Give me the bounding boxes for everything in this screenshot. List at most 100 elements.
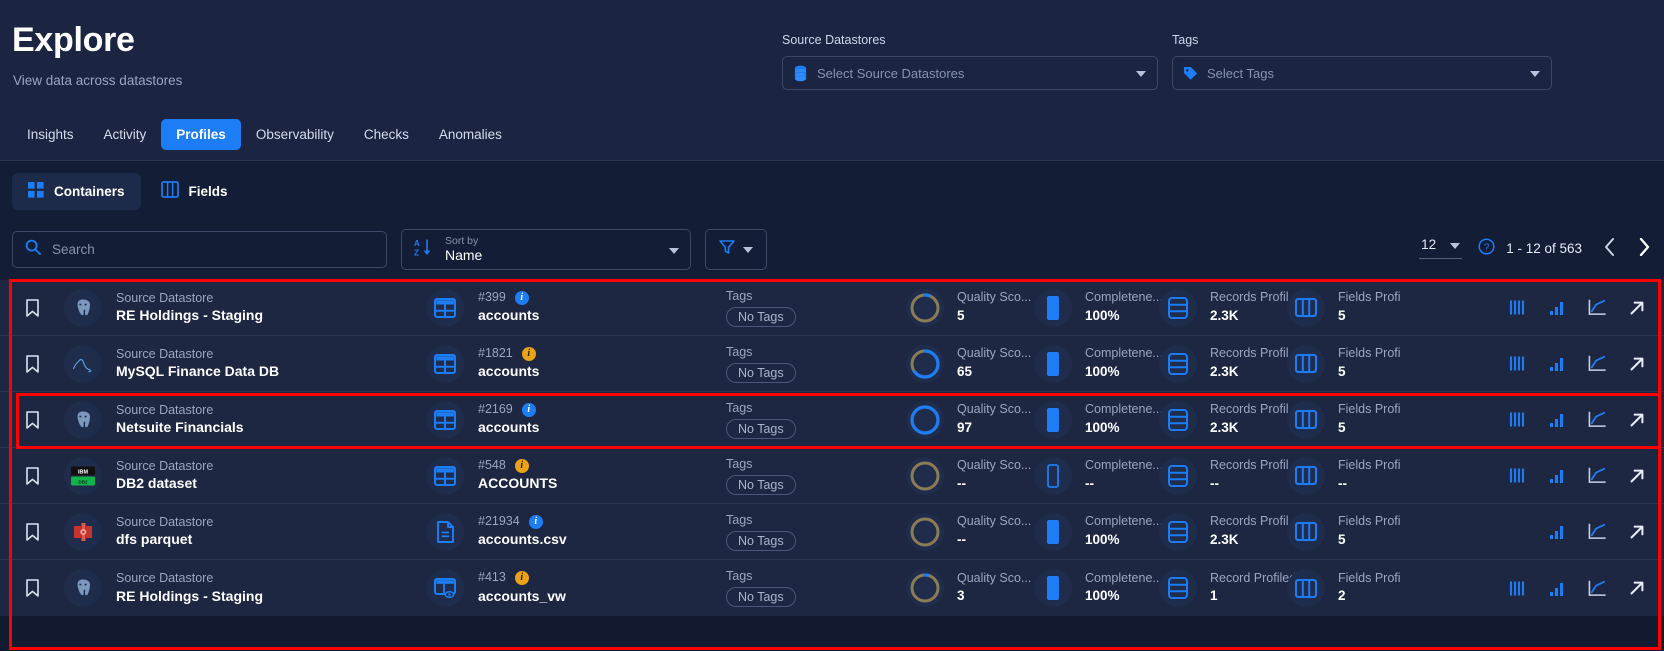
chevron-down-icon[interactable]	[669, 247, 679, 254]
quality-score-metric: Quality Sco... 3	[906, 569, 1034, 607]
chevron-down-icon[interactable]	[1136, 71, 1146, 77]
table-row[interactable]: Source Datastore RE Holdings - Staging #39…	[0, 280, 1664, 336]
chart-bar-icon[interactable]	[1548, 299, 1566, 317]
bookmark-button[interactable]	[0, 298, 64, 317]
mysql-icon	[64, 344, 102, 383]
trend-chart-icon[interactable]	[1588, 411, 1606, 429]
open-external-icon[interactable]	[1628, 523, 1646, 541]
tab-insights[interactable]: Insights	[12, 119, 89, 150]
completeness-label: Completene...	[1085, 514, 1163, 529]
object-cell: #21934 i accounts.csv	[426, 512, 726, 551]
tab-profiles[interactable]: Profiles	[161, 119, 241, 150]
tab-containers[interactable]: Containers	[12, 172, 141, 210]
records-icon	[1159, 400, 1197, 439]
chart-bar-icon[interactable]	[1548, 467, 1566, 485]
object-name: accounts_vw	[478, 587, 566, 604]
completeness-icon	[1034, 288, 1072, 327]
chevron-down-icon[interactable]	[1450, 243, 1461, 249]
bars-icon[interactable]	[1508, 355, 1526, 373]
chevron-left-icon[interactable]	[1604, 237, 1616, 259]
open-external-icon[interactable]	[1628, 355, 1646, 373]
open-external-icon[interactable]	[1628, 411, 1646, 429]
open-external-icon[interactable]	[1628, 299, 1646, 317]
info-icon[interactable]: i	[514, 290, 529, 305]
bars-icon[interactable]	[1508, 299, 1526, 317]
table-row[interactable]: Source Datastore RE Holdings - Staging #41…	[0, 560, 1664, 616]
completeness-metric: Completene... 100%	[1034, 344, 1163, 383]
tab-activity[interactable]: Activity	[89, 119, 162, 150]
bookmark-button[interactable]	[0, 354, 64, 373]
trend-chart-icon[interactable]	[1588, 299, 1606, 317]
table-row[interactable]: Source Datastore Netsuite Financials #2169…	[0, 392, 1664, 448]
bars-icon[interactable]	[1508, 579, 1526, 597]
fields-profiled-value: 2	[1338, 588, 1346, 604]
chevron-down-icon[interactable]	[743, 246, 753, 253]
bookmark-button[interactable]	[0, 579, 64, 597]
chevron-right-icon[interactable]	[1638, 237, 1650, 259]
trend-chart-icon[interactable]	[1588, 523, 1606, 541]
svg-text:A: A	[414, 239, 420, 248]
page-size-select[interactable]: 12	[1419, 237, 1463, 259]
page-subtitle: View data across datastores	[13, 73, 183, 88]
page-header: Explore View data across datastores Sour…	[0, 0, 1664, 160]
records-profiled-value: 2.3K	[1210, 307, 1239, 323]
grid-icon	[28, 181, 44, 201]
records-icon	[1159, 344, 1197, 383]
sort-by-select[interactable]: AZ Sort by Name	[401, 229, 691, 270]
table-row[interactable]: Source Datastore dfs parquet #21934 i accoun…	[0, 504, 1664, 560]
explore-page: Explore View data across datastores Sour…	[0, 0, 1664, 651]
bookmark-button[interactable]	[0, 466, 64, 485]
open-external-icon[interactable]	[1628, 467, 1646, 485]
source-datastores-select[interactable]: Select Source Datastores	[782, 56, 1158, 90]
chevron-down-icon[interactable]	[1530, 71, 1540, 77]
row-actions	[1508, 299, 1664, 317]
main-nav-tabs: Insights Activity Profiles Observability…	[12, 119, 517, 150]
quality-score-value: 97	[957, 419, 973, 435]
bookmark-button[interactable]	[0, 522, 64, 541]
filter-button[interactable]	[705, 229, 767, 270]
bookmark-button[interactable]	[0, 410, 64, 429]
chart-bar-icon[interactable]	[1548, 523, 1566, 541]
info-icon[interactable]: i	[521, 346, 536, 361]
completeness-value: 100%	[1085, 588, 1120, 604]
quality-score-metric: Quality Sco... --	[906, 456, 1034, 495]
table-row[interactable]: Source Datastore MySQL Finance Data DB #18…	[0, 336, 1664, 392]
tab-fields[interactable]: Fields	[145, 172, 244, 210]
tab-observability[interactable]: Observability	[241, 119, 349, 150]
trend-chart-icon[interactable]	[1588, 467, 1606, 485]
object-id: #413	[478, 570, 506, 585]
info-icon[interactable]: i	[514, 458, 529, 473]
open-external-icon[interactable]	[1628, 579, 1646, 597]
quality-ring-icon	[906, 569, 944, 607]
help-icon[interactable]: ?	[1478, 238, 1495, 258]
table-icon	[426, 344, 464, 383]
quality-score-value: 5	[957, 307, 965, 323]
tab-checks[interactable]: Checks	[349, 119, 424, 150]
chart-bar-icon[interactable]	[1548, 579, 1566, 597]
row-actions	[1508, 355, 1664, 373]
chart-bar-icon[interactable]	[1548, 355, 1566, 373]
info-icon[interactable]: i	[514, 571, 529, 586]
table-row[interactable]: IBM DB2 Source Datastore DB2 dataset #548 i AC…	[0, 448, 1664, 504]
trend-chart-icon[interactable]	[1588, 355, 1606, 373]
search-input[interactable]: Search	[12, 231, 387, 268]
records-profiled-label: Record Profiled	[1210, 570, 1297, 585]
chart-bar-icon[interactable]	[1548, 411, 1566, 429]
datastore-kind: Source Datastore	[116, 346, 214, 361]
tags-select[interactable]: Select Tags	[1172, 56, 1552, 90]
info-icon[interactable]: i	[521, 402, 536, 417]
bars-icon[interactable]	[1508, 411, 1526, 429]
tab-anomalies[interactable]: Anomalies	[424, 119, 517, 150]
datastore-cell: Source Datastore DB2 dataset	[116, 458, 426, 494]
search-placeholder: Search	[52, 242, 95, 257]
bars-icon[interactable]	[1508, 467, 1526, 485]
datastore-name: Netsuite Financials	[116, 419, 244, 436]
datastore-cell: Source Datastore MySQL Finance Data DB	[116, 346, 426, 382]
quality-score-label: Quality Sco...	[957, 570, 1032, 585]
completeness-metric: Completene... 100%	[1034, 288, 1163, 327]
fields-profiled-label: Fields Profi	[1338, 458, 1401, 473]
postgresql-icon	[64, 288, 102, 327]
info-icon[interactable]: i	[528, 514, 543, 529]
postgresql-icon	[64, 400, 102, 439]
trend-chart-icon[interactable]	[1588, 579, 1606, 597]
